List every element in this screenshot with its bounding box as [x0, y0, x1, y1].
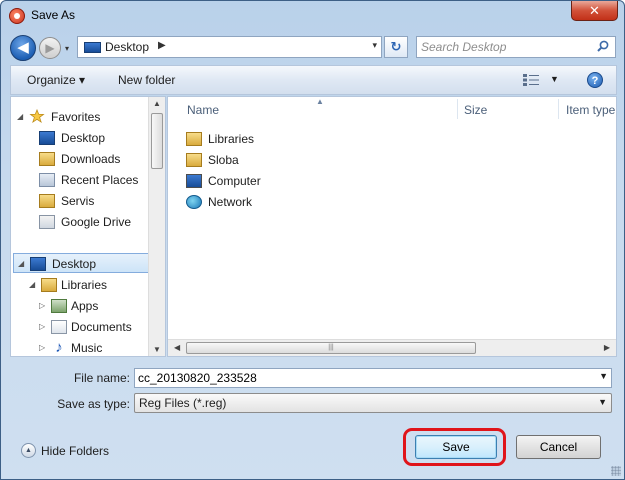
address-bar[interactable]: Desktop ▶ ▾	[77, 36, 382, 58]
tree-item-music[interactable]: ▷ ♪ Music	[39, 338, 147, 356]
navigation-scrollbar[interactable]: ▲ ▼	[148, 97, 165, 356]
refresh-button[interactable]: ↻	[384, 36, 408, 58]
apps-library-icon	[51, 299, 67, 313]
column-divider[interactable]	[558, 99, 559, 119]
recent-places-icon	[39, 173, 55, 187]
save-as-dialog: Save As ✕ ◀ ▶ ▾ Desktop ▶ ▾ ↻ Organize ▾…	[0, 0, 625, 480]
scrollbar-thumb[interactable]: |||	[186, 342, 476, 354]
address-location[interactable]: Desktop	[105, 40, 149, 54]
desktop-icon	[84, 42, 101, 53]
save-type-label: Save as type:	[57, 397, 130, 411]
expand-arrow-icon[interactable]: ▷	[39, 338, 45, 356]
save-type-select[interactable]: Reg Files (*.reg) ▼	[134, 393, 612, 413]
tree-item-libraries[interactable]: ◢ Libraries	[29, 275, 147, 295]
column-header-name[interactable]: Name	[187, 97, 219, 121]
tree-item-downloads[interactable]: Downloads	[39, 149, 149, 169]
sort-ascending-icon: ▲	[316, 97, 324, 106]
user-folder-icon	[186, 153, 202, 167]
ccleaner-app-icon	[9, 8, 25, 24]
tree-item-documents[interactable]: ▷ Documents	[39, 317, 147, 337]
horizontal-scrollbar[interactable]: ◀ ||| ▶	[168, 339, 616, 356]
view-options-icon[interactable]	[523, 74, 539, 86]
search-icon[interactable]	[597, 40, 609, 52]
collapse-arrow-icon[interactable]: ◢	[29, 275, 35, 295]
star-icon	[29, 109, 45, 123]
tree-item-favorites[interactable]: ◢ Favorites	[17, 107, 147, 127]
expand-arrow-icon[interactable]: ▷	[39, 317, 45, 337]
scroll-left-icon[interactable]: ◀	[174, 343, 180, 352]
scroll-right-icon[interactable]: ▶	[604, 343, 610, 352]
file-name-field[interactable]: ▼	[134, 368, 612, 388]
help-icon[interactable]: ?	[587, 72, 603, 88]
breadcrumb-chevron-icon[interactable]: ▶	[158, 40, 166, 51]
new-folder-button[interactable]: New folder	[118, 73, 175, 87]
file-name-dropdown-icon[interactable]: ▼	[599, 371, 608, 381]
music-note-icon: ♪	[55, 339, 63, 356]
file-name-input[interactable]	[138, 370, 578, 386]
column-header-size[interactable]: Size	[464, 97, 487, 121]
documents-icon	[51, 320, 67, 334]
recent-pages-dropdown-icon[interactable]: ▾	[65, 44, 73, 53]
network-globe-icon	[186, 195, 202, 209]
tree-item-google-drive[interactable]: Google Drive	[39, 212, 149, 232]
google-drive-icon	[39, 215, 55, 229]
file-list-pane: ▲ Name Size Item type Libraries Sloba Co…	[167, 96, 617, 357]
navigation-pane: ◢ Favorites Desktop Downloads Recent Pla…	[10, 96, 166, 357]
scroll-down-icon[interactable]: ▼	[153, 345, 161, 354]
tree-item-recent-places[interactable]: Recent Places	[39, 170, 149, 190]
desktop-icon	[39, 131, 55, 145]
resize-grip-icon[interactable]	[611, 466, 621, 476]
file-name-label: File name:	[73, 371, 130, 385]
save-type-value: Reg Files (*.reg)	[139, 396, 227, 410]
tree-item-desktop[interactable]: ◢ Desktop	[13, 253, 149, 273]
organize-button[interactable]: Organize ▾	[27, 73, 85, 87]
save-type-dropdown-icon[interactable]: ▼	[598, 397, 607, 407]
column-divider[interactable]	[457, 99, 458, 119]
cancel-button[interactable]: Cancel	[516, 435, 601, 459]
favorites-label: Favorites	[51, 110, 101, 124]
expand-arrow-icon[interactable]: ▷	[39, 296, 45, 316]
collapse-arrow-icon[interactable]: ◢	[17, 107, 23, 127]
scroll-up-icon[interactable]: ▲	[153, 99, 161, 108]
downloads-folder-icon	[39, 152, 55, 166]
close-button[interactable]: ✕	[571, 1, 618, 21]
tree-item-servis[interactable]: Servis	[39, 191, 149, 211]
scrollbar-thumb[interactable]	[151, 113, 163, 169]
collapse-up-icon: ▲	[21, 443, 36, 458]
window-title: Save As	[31, 8, 76, 22]
address-dropdown-icon[interactable]: ▾	[372, 40, 377, 51]
computer-icon	[186, 174, 202, 188]
tree-item-desktop-fav[interactable]: Desktop	[39, 128, 149, 148]
command-toolbar: Organize ▾ New folder ▼ ?	[10, 65, 617, 95]
hide-folders-label: Hide Folders	[41, 444, 110, 458]
save-button[interactable]: Save	[415, 435, 497, 459]
collapse-arrow-icon[interactable]: ◢	[18, 254, 24, 274]
title-bar: Save As ✕	[1, 1, 624, 31]
folder-icon	[39, 194, 55, 208]
search-box[interactable]	[416, 36, 616, 58]
view-dropdown-icon[interactable]: ▼	[550, 74, 559, 84]
back-button[interactable]: ◀	[10, 35, 36, 61]
tree-item-apps[interactable]: ▷ Apps	[39, 296, 147, 316]
libraries-icon	[41, 278, 57, 292]
column-header-item-type[interactable]: Item type	[566, 97, 615, 121]
search-input[interactable]	[421, 39, 591, 55]
forward-button[interactable]: ▶	[39, 37, 61, 59]
libraries-icon	[186, 132, 202, 146]
desktop-icon	[30, 257, 46, 271]
